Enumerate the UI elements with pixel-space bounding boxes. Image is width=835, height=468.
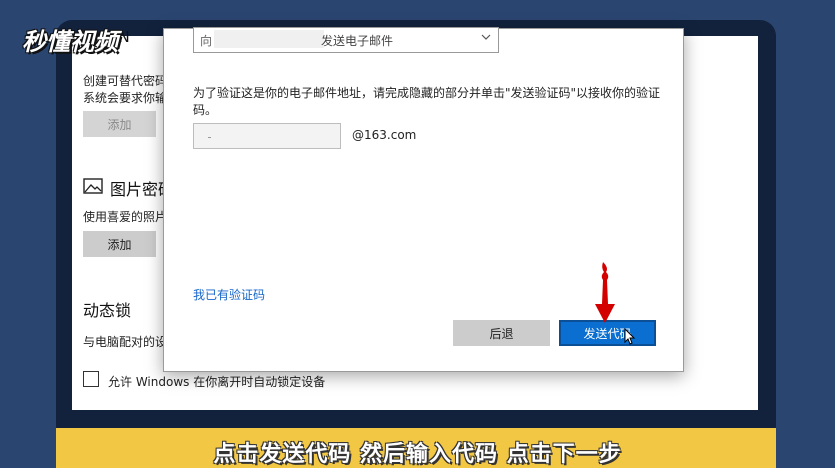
watermark-logo: 秒懂视频 bbox=[22, 28, 118, 56]
dynamic-lock-heading: 动态锁 bbox=[83, 301, 132, 320]
instruction-text-line1: 为了验证这是你的电子邮件地址，请完成隐藏的部分并单击"发送验证码"以接收你的验证 bbox=[193, 86, 661, 100]
dynamic-lock-checkbox[interactable] bbox=[83, 371, 99, 387]
chevron-down-icon bbox=[481, 34, 491, 40]
pin-description-line2: 系统会要求你输 bbox=[83, 91, 168, 105]
back-button[interactable]: 后退 bbox=[453, 320, 550, 346]
input-caret bbox=[208, 137, 211, 138]
picture-password-description: 使用喜爱的照片 bbox=[83, 210, 168, 224]
red-arrow-icon bbox=[595, 262, 615, 323]
dropdown-prefix: 向 bbox=[200, 34, 213, 48]
pin-add-button[interactable]: 添加 bbox=[83, 111, 156, 137]
have-code-link[interactable]: 我已有验证码 bbox=[193, 286, 265, 303]
image-icon bbox=[83, 178, 103, 194]
picture-password-add-button[interactable]: 添加 bbox=[83, 231, 156, 257]
masked-address bbox=[214, 30, 324, 48]
dynamic-lock-checkbox-label: 允许 Windows 在你离开时自动锁定设备 bbox=[108, 375, 326, 389]
video-caption: 点击发送代码 然后输入代码 点击下一步 bbox=[213, 442, 622, 467]
dynamic-lock-description: 与电脑配对的设 bbox=[83, 335, 168, 349]
instruction-text-line2: 码。 bbox=[193, 103, 218, 117]
send-method-dropdown[interactable]: 向 发送电子邮件 bbox=[193, 27, 499, 53]
dropdown-value: 发送电子邮件 bbox=[321, 34, 394, 48]
email-domain-label: @163.com bbox=[352, 128, 417, 142]
mouse-pointer-icon bbox=[624, 328, 636, 345]
pin-description-line1: 创建可替代密码 bbox=[83, 74, 168, 88]
email-hidden-part-input[interactable] bbox=[193, 123, 341, 149]
